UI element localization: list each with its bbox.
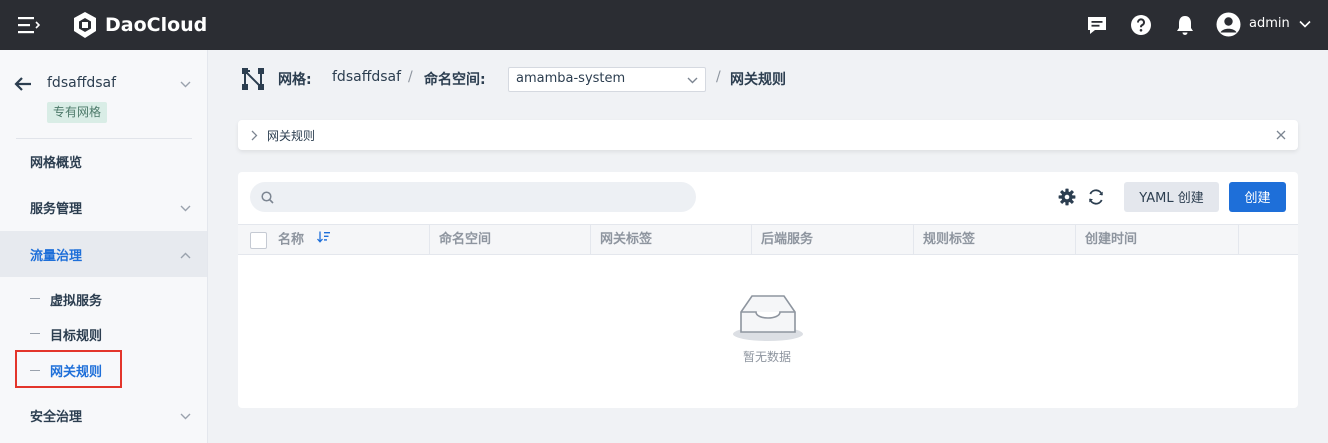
- breadcrumb: 网格: fdsaffdsaf / 命名空间: amamba-system / 网…: [240, 65, 840, 93]
- column-header-label: 规则标签: [923, 232, 976, 247]
- sidebar-subitem-label: 网关规则: [50, 365, 103, 380]
- chevron-up-icon: [178, 248, 192, 262]
- column-header-backend-service[interactable]: 后端服务: [752, 225, 914, 255]
- sidebar-subitem-gateway-rule[interactable]: 网关规则: [15, 350, 122, 388]
- search-icon: [260, 190, 274, 204]
- column-header-label: 网关标签: [600, 232, 653, 247]
- chevron-down-icon: [178, 409, 192, 423]
- dash: [30, 370, 40, 371]
- close-icon[interactable]: [1274, 128, 1288, 142]
- chevron-down-icon[interactable]: [178, 77, 192, 91]
- info-banner[interactable]: 网关规则: [238, 120, 1298, 150]
- column-header-name[interactable]: 名称: [269, 225, 430, 255]
- column-header-label: 名称: [278, 232, 305, 248]
- column-header-namespace[interactable]: 命名空间: [430, 225, 591, 255]
- column-header-label: 创建时间: [1085, 232, 1138, 247]
- daocloud-logo-icon: [71, 11, 99, 39]
- avatar[interactable]: [1216, 12, 1241, 37]
- brand[interactable]: DaoCloud: [71, 10, 207, 40]
- empty-text: 暂无数据: [743, 350, 792, 364]
- sidebar-item-label: 网格概览: [30, 156, 83, 171]
- dash: [30, 333, 40, 334]
- chevron-down-icon[interactable]: [1298, 17, 1312, 31]
- sidebar-item-label: 流量治理: [30, 249, 83, 264]
- sidebar-subitem-virtual-service[interactable]: 虚拟服务: [0, 284, 207, 312]
- mesh-topology-icon: [240, 66, 266, 92]
- sidebar-subitem-label: 虚拟服务: [50, 294, 103, 309]
- refresh-icon[interactable]: [1086, 187, 1106, 207]
- namespace-select-value: amamba-system: [516, 71, 626, 86]
- table-header: 名称 命名空间 网关标签 后端服务 规则标签 创建时间: [238, 224, 1298, 255]
- mesh-type-badge: 专有网格: [47, 102, 108, 123]
- create-label: 创建: [1244, 191, 1271, 206]
- chevron-down-icon: [178, 201, 192, 215]
- yaml-create-button[interactable]: YAML 创建: [1124, 182, 1219, 212]
- yaml-create-label: YAML 创建: [1139, 191, 1204, 206]
- empty-state: 暂无数据: [718, 290, 818, 370]
- breadcrumb-namespace-label: 命名空间:: [424, 72, 486, 88]
- sidebar-item-security-governance[interactable]: 安全治理: [0, 394, 207, 436]
- message-icon[interactable]: [1086, 14, 1108, 36]
- menu-icon[interactable]: [16, 13, 42, 37]
- breadcrumb-mesh-value[interactable]: fdsaffdsaf: [332, 69, 401, 85]
- breadcrumb-mesh-label: 网格:: [278, 72, 312, 88]
- empty-inbox-icon: [726, 290, 810, 342]
- dash: [30, 298, 40, 299]
- sidebar-item-traffic-governance[interactable]: 流量治理: [0, 231, 207, 277]
- help-icon[interactable]: [1130, 14, 1152, 36]
- divider: [16, 138, 192, 139]
- create-button[interactable]: 创建: [1229, 182, 1286, 212]
- namespace-select[interactable]: amamba-system: [508, 67, 706, 92]
- sidebar-item-label: 安全治理: [30, 410, 83, 425]
- sidebar-item-service-management[interactable]: 服务管理: [0, 186, 207, 228]
- chevron-down-icon: [685, 74, 699, 86]
- mesh-name: fdsaffdsaf: [47, 75, 117, 91]
- sidebar: fdsaffdsaf 专有网格 网格概览 服务管理 流量治理 虚拟服务 目标规则…: [0, 50, 208, 443]
- chevron-right-icon[interactable]: [248, 128, 260, 142]
- breadcrumb-separator: /: [408, 69, 413, 85]
- column-header-rule-labels[interactable]: 规则标签: [914, 225, 1076, 255]
- sidebar-item-label: 服务管理: [30, 202, 83, 217]
- main-content: 网格: fdsaffdsaf / 命名空间: amamba-system / 网…: [208, 50, 1328, 443]
- select-all-checkbox[interactable]: [250, 232, 267, 249]
- table-card: YAML 创建 创建 名称 命名空间 网关标签 后端服务 规则标签 创建时间 暂…: [238, 172, 1298, 408]
- banner-title: 网关规则: [267, 129, 316, 143]
- sidebar-item-mesh-overview[interactable]: 网格概览: [0, 140, 207, 182]
- sidebar-subitem-label: 目标规则: [50, 329, 103, 344]
- column-header-label: 后端服务: [761, 232, 814, 247]
- sidebar-subitem-destination-rule[interactable]: 目标规则: [0, 319, 207, 347]
- column-header-label: 命名空间: [439, 232, 492, 247]
- breadcrumb-separator: /: [716, 69, 721, 85]
- top-bar: DaoCloud admin: [0, 0, 1328, 50]
- column-header-gateway-labels[interactable]: 网关标签: [591, 225, 752, 255]
- sort-icon[interactable]: [316, 225, 331, 255]
- user-name[interactable]: admin: [1249, 16, 1290, 31]
- gear-icon[interactable]: [1057, 187, 1077, 207]
- back-arrow-icon[interactable]: [12, 74, 34, 94]
- column-header-created-time[interactable]: 创建时间: [1076, 225, 1239, 255]
- search-input[interactable]: [250, 182, 696, 212]
- brand-name: DaoCloud: [105, 14, 208, 36]
- breadcrumb-current: 网关规则: [730, 72, 786, 88]
- notification-bell-icon[interactable]: [1174, 14, 1196, 36]
